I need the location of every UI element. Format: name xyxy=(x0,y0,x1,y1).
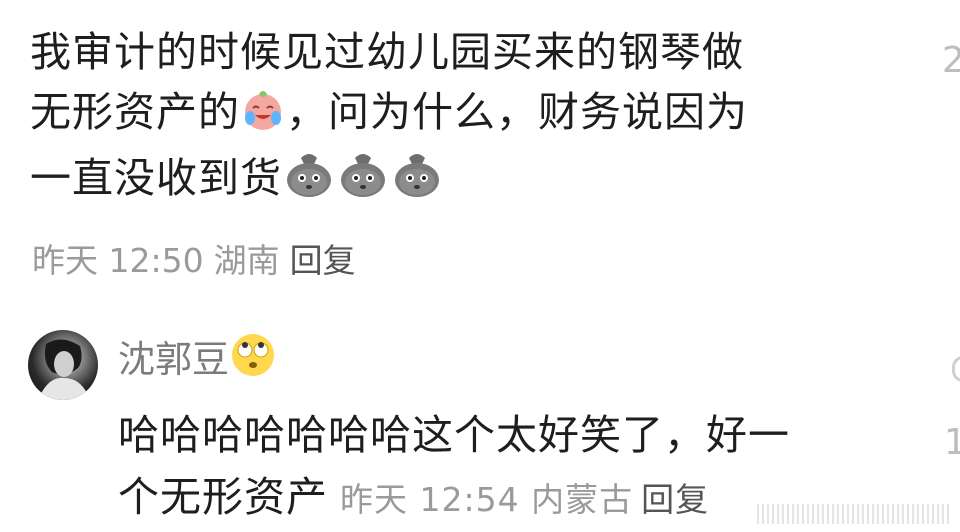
comment-meta: 昨天 12:50 湖南 回复 xyxy=(32,234,356,282)
comment-line-3: 一直没收到货 xyxy=(30,148,910,214)
comment-text: 我审计的时候见过幼儿园买来的钢琴做 无形资产的 ，问为什么，财务说因为 一直没收… xyxy=(30,22,910,214)
side-handle-icon xyxy=(952,356,960,382)
laugh-cry-emoji-icon xyxy=(241,88,285,148)
money-bag-emoji-icon xyxy=(337,150,389,214)
eye-roll-emoji-icon xyxy=(230,332,276,391)
comment-location: 湖南 xyxy=(213,241,280,280)
reply-meta: 昨天 12:54 内蒙古 回复 xyxy=(340,480,709,519)
reply-username[interactable]: 沈郭豆 xyxy=(118,332,277,391)
money-bag-emoji-icon xyxy=(391,150,443,214)
reply-like-count[interactable]: 1 xyxy=(944,422,960,463)
comment-time: 昨天 12:50 xyxy=(32,241,204,280)
comment-reply-button[interactable]: 回复 xyxy=(290,241,356,280)
reply-line-1: 哈哈哈哈哈哈哈这个太好笑了，好一 xyxy=(118,411,790,459)
comment-thread: 我审计的时候见过幼儿园买来的钢琴做 无形资产的 ，问为什么，财务说因为 一直没收… xyxy=(0,0,960,532)
reply-reply-button[interactable]: 回复 xyxy=(641,480,709,519)
reply-time: 昨天 12:54 xyxy=(340,480,520,519)
comment-line-1: 我审计的时候见过幼儿园买来的钢琴做 xyxy=(30,28,744,76)
reply-location: 内蒙古 xyxy=(531,480,634,519)
comment-like-count[interactable]: 2 xyxy=(942,40,960,81)
money-bag-emoji-icon xyxy=(283,150,335,214)
avatar[interactable] xyxy=(28,330,98,400)
watermark xyxy=(757,504,952,524)
comment-line-2: 无形资产的 ，问为什么，财务说因为 xyxy=(30,82,910,148)
